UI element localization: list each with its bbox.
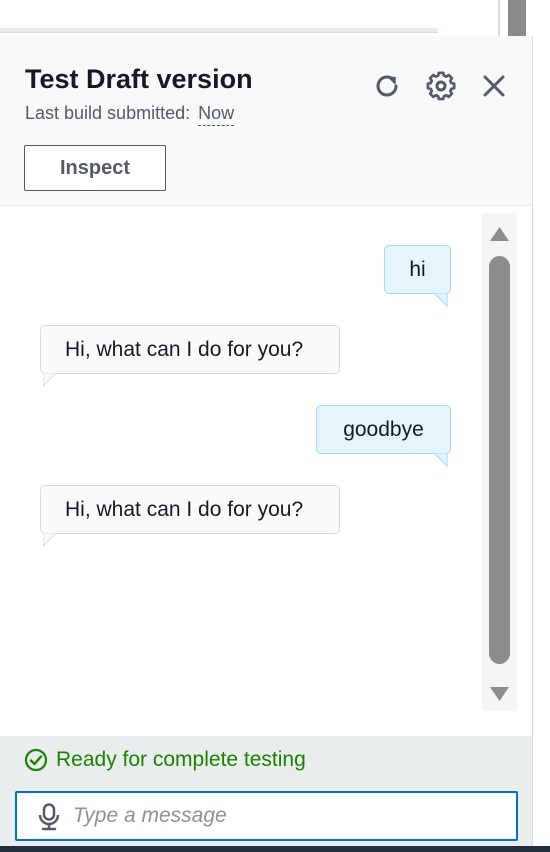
background-divider [0,28,438,33]
page: Test Draft version Last build submitted:… [0,0,550,852]
gear-icon[interactable] [425,70,457,102]
bubble-tail [43,533,57,547]
check-circle-icon [24,748,48,772]
message-input-box[interactable] [15,791,518,841]
message-input[interactable] [73,799,503,833]
bubble-tail [43,373,57,387]
bubble-tail [434,293,448,307]
window-bottom-edge [0,846,550,852]
background-divider [498,0,500,36]
microphone-icon[interactable] [37,803,61,831]
bot-message: Hi, what can I do for you? [40,485,340,534]
last-build-label: Last build submitted: [25,103,191,123]
scroll-down-icon[interactable] [489,686,510,702]
panel-title: Test Draft version [25,64,253,94]
panel-header: Test Draft version Last build submitted:… [0,36,532,206]
last-build-info: Last build submitted: Now [25,103,235,126]
panel-footer: Ready for complete testing [0,736,532,846]
inspect-button[interactable]: Inspect [24,145,166,191]
refresh-icon[interactable] [371,70,403,102]
scrollbar-thumb[interactable] [489,256,510,664]
background-scrollbar[interactable] [508,0,526,36]
test-panel: Test Draft version Last build submitted:… [0,36,533,846]
user-message: goodbye [316,405,451,454]
test-status: Ready for complete testing [24,748,306,772]
bubble-tail [434,453,448,467]
user-message: hi [384,245,451,294]
close-icon[interactable] [478,70,510,102]
last-build-value[interactable]: Now [198,103,235,126]
scroll-up-icon[interactable] [489,226,510,242]
bot-message: Hi, what can I do for you? [40,325,340,374]
status-text: Ready for complete testing [56,748,306,771]
